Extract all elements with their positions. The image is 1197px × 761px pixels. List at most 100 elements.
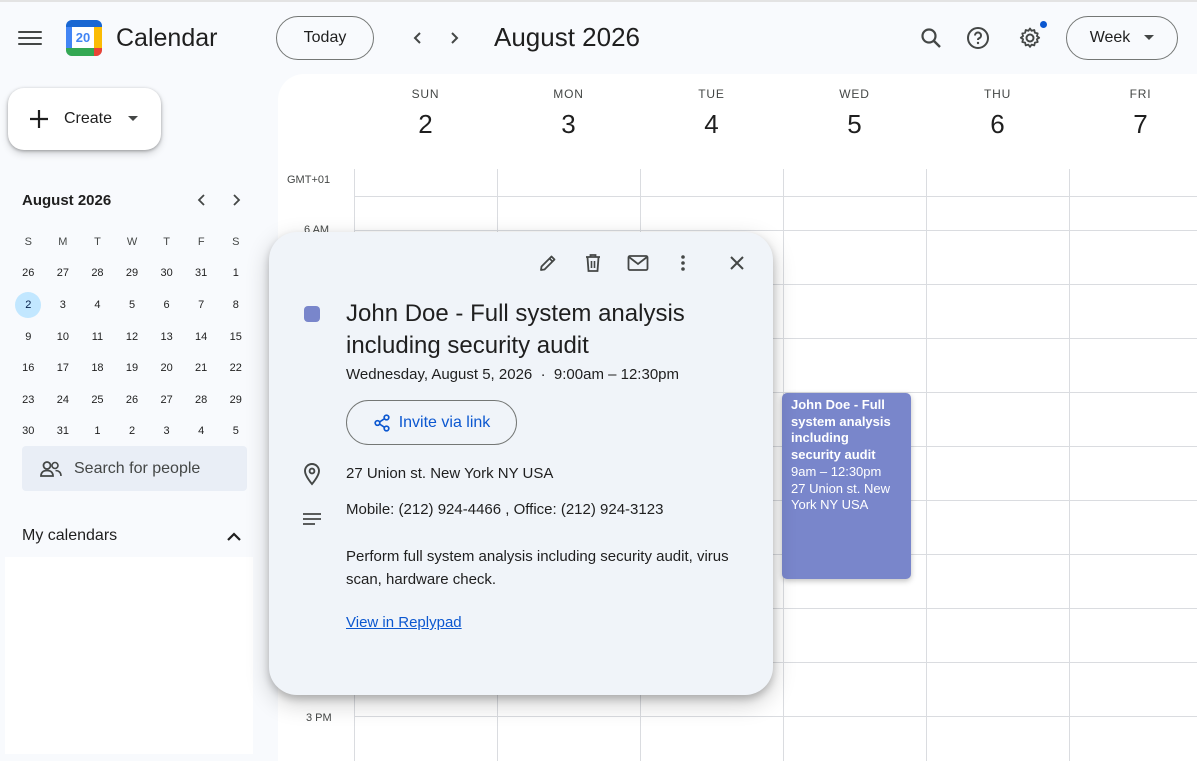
day-number[interactable]: 2 [354, 109, 497, 140]
mini-day[interactable]: 9 [11, 324, 46, 350]
mini-weekday-label: T [94, 235, 101, 248]
mini-day-number: 29 [125, 267, 139, 280]
settings-icon[interactable] [1016, 24, 1044, 52]
today-button[interactable]: Today [276, 16, 374, 60]
mini-day[interactable]: 25 [80, 387, 115, 413]
mini-day[interactable]: 5 [115, 292, 150, 318]
mini-day[interactable]: 30 [149, 260, 184, 286]
search-people-field[interactable]: Search for people [22, 446, 247, 491]
mini-day[interactable]: 14 [184, 324, 219, 350]
email-icon[interactable] [625, 250, 651, 276]
mini-day[interactable]: 5 [218, 418, 253, 444]
mini-day[interactable]: 22 [218, 355, 253, 381]
time-label-3pm: 3 PM [306, 712, 332, 724]
close-icon[interactable] [724, 250, 750, 276]
mini-day[interactable]: 27 [149, 387, 184, 413]
day-header-wed[interactable]: WED 5 [783, 74, 926, 140]
mini-day[interactable]: 8 [218, 292, 253, 318]
mini-calendar-title: August 2026 [22, 192, 112, 209]
mini-day[interactable]: 29 [218, 387, 253, 413]
mini-day[interactable]: 1 [80, 418, 115, 444]
mini-next-icon[interactable] [222, 186, 250, 214]
mini-day[interactable]: 26 [11, 260, 46, 286]
mini-day[interactable]: 10 [46, 324, 81, 350]
mini-day[interactable]: 20 [149, 355, 184, 381]
calendar-event[interactable]: John Doe - Full system analysis includin… [782, 393, 911, 579]
mini-day-number: 3 [163, 425, 170, 438]
day-of-week: MON [553, 87, 584, 101]
timezone-label: GMT+01 [287, 174, 331, 186]
mini-day[interactable]: 31 [46, 418, 81, 444]
mini-day[interactable]: 3 [46, 292, 81, 318]
mini-week-row: 26 27 28 29 30 31 1 [11, 258, 253, 290]
mini-day[interactable]: 12 [115, 324, 150, 350]
edit-icon[interactable] [535, 250, 561, 276]
day-number[interactable]: 5 [783, 109, 926, 140]
day-number[interactable]: 7 [1069, 109, 1197, 140]
mini-day[interactable]: 24 [46, 387, 81, 413]
popup-phone: Mobile: (212) 924-4466 , Office: (212) 9… [346, 501, 664, 518]
mini-day-number: 30 [22, 425, 35, 438]
share-icon [374, 413, 390, 432]
day-of-week: THU [983, 87, 1012, 101]
mini-day[interactable]: 27 [46, 260, 81, 286]
mini-day[interactable]: 1 [218, 260, 253, 286]
mini-prev-icon[interactable] [188, 186, 216, 214]
mini-day[interactable]: 15 [218, 324, 253, 350]
more-icon[interactable] [670, 250, 696, 276]
mini-day-number: 17 [56, 362, 69, 375]
help-icon[interactable] [964, 24, 992, 52]
mini-day[interactable]: 4 [80, 292, 115, 318]
next-icon[interactable] [440, 24, 468, 52]
mini-day[interactable]: 13 [149, 324, 184, 350]
invite-via-link-button[interactable]: Invite via link [346, 400, 517, 445]
mini-day[interactable]: 30 [11, 418, 46, 444]
day-of-week: FRI [1129, 87, 1152, 101]
mini-day[interactable]: 26 [115, 387, 150, 413]
mini-day-number: 3 [59, 298, 66, 311]
day-header-mon[interactable]: MON 3 [497, 74, 640, 140]
day-number[interactable]: 4 [640, 109, 783, 140]
create-button[interactable]: Create [8, 88, 161, 150]
day-header-fri[interactable]: FRI 7 [1069, 74, 1197, 140]
day-header-sun[interactable]: SUN 2 [354, 74, 497, 140]
menu-icon[interactable] [18, 28, 42, 48]
mini-day[interactable]: 31 [184, 260, 219, 286]
view-in-replypad-link[interactable]: View in Replypad [346, 614, 462, 631]
my-calendars-list [5, 557, 253, 754]
mini-day[interactable]: 23 [11, 387, 46, 413]
mini-day-number: 16 [22, 362, 35, 375]
mini-day[interactable]: 28 [80, 260, 115, 286]
delete-icon[interactable] [580, 250, 606, 276]
day-number[interactable]: 3 [497, 109, 640, 140]
prev-icon[interactable] [404, 24, 432, 52]
mini-day-number: 11 [91, 330, 104, 343]
mini-weekday-label: W [126, 235, 138, 248]
description-icon [301, 511, 323, 535]
mini-calendar-grid: S M T W T F S 26 27 28 29 30 31 1 2 3 4 5 6 7 8 9 10 11 12 13 14 15… [11, 226, 253, 447]
mini-day[interactable]: 11 [80, 324, 115, 350]
search-icon[interactable] [917, 24, 945, 52]
mini-day[interactable]: 2 [11, 291, 46, 318]
chevron-up-icon[interactable] [220, 522, 248, 550]
mini-day[interactable]: 18 [80, 355, 115, 381]
mini-day[interactable]: 21 [184, 355, 219, 381]
mini-day[interactable]: 19 [115, 355, 150, 381]
mini-day[interactable]: 16 [11, 355, 46, 381]
mini-day[interactable]: 6 [149, 292, 184, 318]
mini-day[interactable]: 4 [184, 418, 219, 444]
mini-day-number: 1 [94, 425, 101, 438]
mini-weekday-label: S [232, 235, 240, 248]
mini-day[interactable]: 7 [184, 292, 219, 318]
day-header-tue[interactable]: TUE 4 [640, 74, 783, 140]
popup-description: Perform full system analysis including s… [346, 548, 729, 588]
mini-day[interactable]: 17 [46, 355, 81, 381]
calendar-logo: 20 [66, 20, 102, 56]
view-switcher-button[interactable]: Week [1066, 16, 1178, 60]
day-header-thu[interactable]: THU 6 [926, 74, 1069, 140]
mini-day[interactable]: 28 [184, 387, 219, 413]
mini-day[interactable]: 3 [149, 418, 184, 444]
day-number[interactable]: 6 [926, 109, 1069, 140]
mini-day[interactable]: 2 [115, 418, 150, 444]
mini-day[interactable]: 29 [115, 260, 150, 286]
